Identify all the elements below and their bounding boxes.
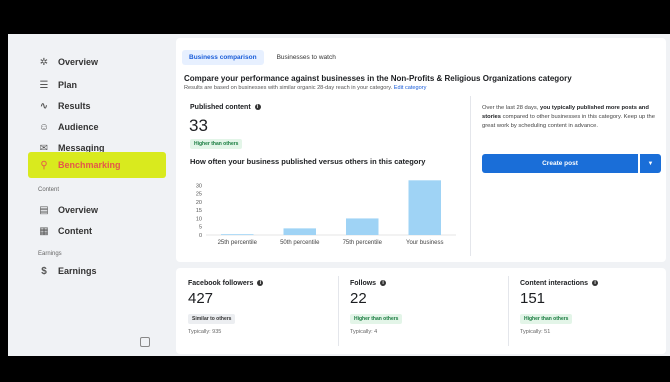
y-tick-label: 15 (196, 208, 202, 214)
metric-value: 22 (350, 290, 367, 307)
chart-title: How often your business published versus… (190, 157, 426, 166)
x-tick-label: 50th percentile (280, 240, 320, 246)
y-tick-label: 10 (196, 216, 202, 222)
advice-prefix: Over the last 28 days, (482, 105, 540, 111)
metric-badge: Higher than others (520, 314, 573, 324)
metric-label-text: Facebook followers (188, 280, 254, 287)
sidebar-item-content[interactable]: ▦ Content (38, 225, 92, 237)
chevron-down-icon[interactable]: ▼ (640, 154, 661, 173)
sidebar-item-earnings[interactable]: $ Earnings (38, 265, 97, 277)
metric-typical: Typically: 51 (520, 329, 551, 335)
metric-badge: Similar to others (188, 314, 236, 324)
metric-label: Content interactions i (520, 280, 599, 287)
benchmarking-icon: ⚲ (40, 159, 48, 171)
y-tick-label: 25 (196, 192, 202, 198)
divider (508, 276, 509, 346)
sidebar-item-label: Results (58, 101, 91, 111)
y-tick-label: 30 (196, 183, 202, 189)
edit-category-link[interactable]: Edit category (394, 85, 427, 91)
tab-businesses-to-watch[interactable]: Businesses to watch (270, 50, 343, 65)
create-post-button[interactable]: Create post (482, 154, 638, 173)
page-headline: Compare your performance against busines… (184, 74, 572, 83)
tab-bar: Business comparison Businesses to watch (182, 50, 343, 65)
published-content-text: Published content (190, 104, 251, 111)
content-icon: ▦ (39, 225, 49, 237)
highlight-marker: ⚲ Benchmarking (28, 152, 166, 178)
y-tick-label: 20 (196, 200, 202, 206)
metric-label-text: Follows (350, 280, 377, 287)
content-overview-icon: ▤ (39, 204, 49, 216)
x-tick-label: Your business (406, 240, 443, 246)
info-icon[interactable]: i (254, 104, 261, 111)
section-label-earnings: Earnings (38, 251, 62, 257)
metric-value: 427 (188, 290, 214, 307)
sidebar-item-plan[interactable]: ☰ Plan (38, 79, 78, 91)
chart-bar[interactable] (221, 234, 254, 235)
x-tick-label: 75th percentile (343, 240, 383, 246)
main-content: Business comparison Businesses to watch … (176, 34, 670, 356)
metrics-card: Facebook followers i 427 Similar to othe… (176, 268, 666, 354)
dollar-icon: $ (41, 265, 47, 277)
section-label-content: Content (38, 187, 60, 193)
sidebar-item-audience[interactable]: ☺ Audience (38, 121, 99, 133)
sidebar: ✲ Overview ☰ Plan ∿ Results ☺ Audience ✉… (8, 34, 168, 356)
subline-text: Results are based on businesses with sim… (184, 85, 393, 91)
divider (338, 276, 339, 346)
sidebar-item-label: Content (58, 226, 92, 236)
metric-facebook-followers: Facebook followers i 427 Similar to othe… (188, 280, 264, 335)
results-icon: ∿ (39, 100, 49, 112)
sidebar-item-overview[interactable]: ✲ Overview (38, 56, 98, 68)
info-icon[interactable]: i (592, 280, 599, 287)
overview-icon: ✲ (39, 56, 49, 68)
app-window: ✲ Overview ☰ Plan ∿ Results ☺ Audience ✉… (8, 34, 670, 356)
sidebar-item-label: Benchmarking (58, 160, 121, 170)
chart-bar[interactable] (346, 218, 379, 235)
y-tick-label: 0 (199, 233, 202, 239)
published-content-value: 33 (189, 116, 208, 135)
tab-business-comparison[interactable]: Business comparison (182, 50, 264, 65)
collapse-sidebar-icon[interactable] (140, 337, 150, 347)
published-content-label: Published content i (190, 104, 261, 111)
chart-bar[interactable] (408, 180, 442, 235)
page-subline: Results are based on businesses with sim… (184, 85, 426, 91)
advice-suffix: compared to other businesses in this cat… (482, 113, 655, 129)
audience-icon: ☺ (38, 121, 50, 133)
sidebar-item-label: Plan (58, 80, 78, 90)
chart-bar[interactable] (283, 228, 317, 235)
plan-icon: ☰ (39, 79, 49, 91)
info-icon[interactable]: i (257, 280, 264, 287)
metric-label-text: Content interactions (520, 280, 589, 287)
divider (470, 96, 471, 256)
publishing-chart: 0 5 10 15 20 25 30 25th percentile 50th percenti… (196, 180, 456, 246)
metric-badge: Higher than others (350, 314, 403, 324)
published-status-badge: Higher than others (190, 139, 243, 149)
sidebar-item-label: Earnings (58, 266, 97, 276)
x-tick-label: 25th percentile (218, 240, 258, 246)
metric-follows: Follows i 22 Higher than others Typicall… (350, 280, 403, 335)
metric-content-interactions: Content interactions i 151 Higher than o… (520, 280, 599, 335)
sidebar-item-label: Overview (58, 205, 99, 215)
metric-label: Follows i (350, 280, 402, 287)
sidebar-item-label: Overview (58, 57, 99, 67)
metric-typical: Typically: 935 (188, 329, 222, 335)
metric-value: 151 (520, 290, 546, 307)
comparison-card: Business comparison Businesses to watch … (176, 38, 666, 262)
sidebar-item-content-overview[interactable]: ▤ Overview (38, 204, 98, 216)
sidebar-item-results[interactable]: ∿ Results (38, 100, 91, 112)
advice-text: Over the last 28 days, you typically pub… (482, 104, 658, 131)
sidebar-item-benchmarking[interactable]: ⚲ Benchmarking (38, 159, 121, 171)
metric-typical: Typically: 4 (350, 329, 378, 335)
y-tick-label: 5 (199, 225, 202, 231)
info-icon[interactable]: i (380, 280, 387, 287)
metric-label: Facebook followers i (188, 280, 264, 287)
sidebar-item-label: Audience (58, 122, 99, 132)
